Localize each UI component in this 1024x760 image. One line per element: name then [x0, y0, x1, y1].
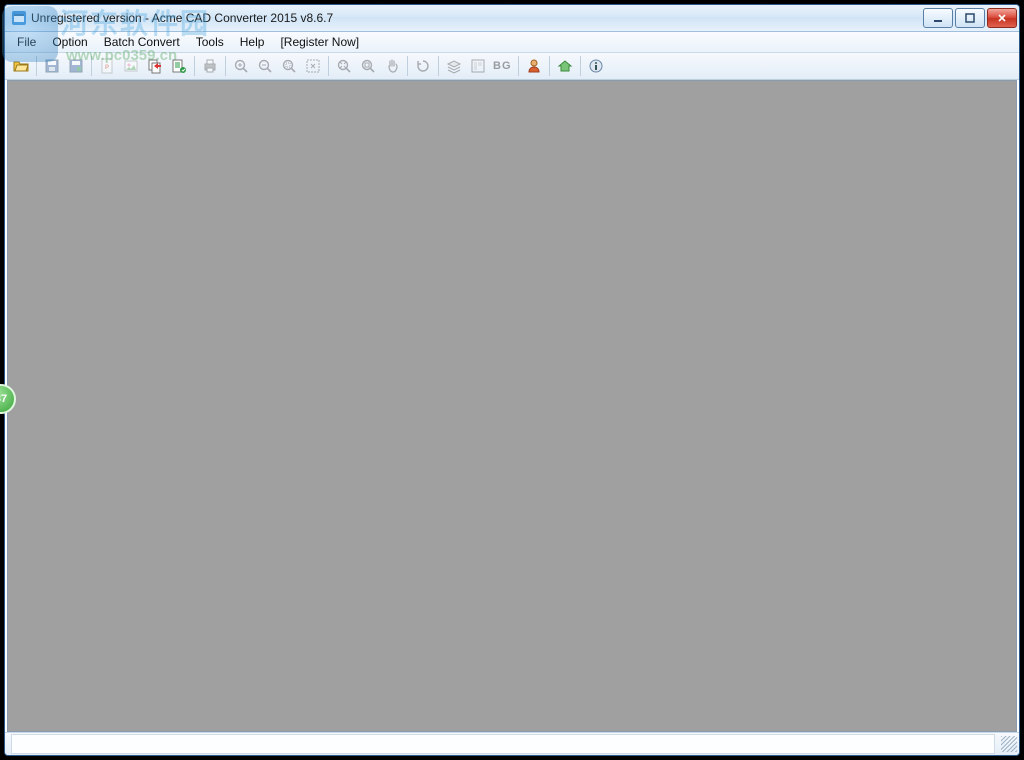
- toolbar-separator: [580, 56, 581, 76]
- batch-convert-button[interactable]: [143, 54, 167, 78]
- menu-help[interactable]: Help: [232, 34, 273, 50]
- app-icon: [11, 10, 27, 26]
- toolbar-separator: [518, 56, 519, 76]
- status-cell: [11, 734, 995, 754]
- toolbar-separator: [194, 56, 195, 76]
- zoom-selection-button[interactable]: [301, 54, 325, 78]
- toolbar-separator: [36, 56, 37, 76]
- toolbar: P: [5, 53, 1019, 80]
- zoom-all-button[interactable]: [356, 54, 380, 78]
- home-button[interactable]: [553, 54, 577, 78]
- window-controls: [923, 8, 1017, 28]
- layers-button[interactable]: [442, 54, 466, 78]
- about-button[interactable]: [584, 54, 608, 78]
- zoom-extents-button[interactable]: [332, 54, 356, 78]
- menu-option[interactable]: Option: [44, 34, 95, 50]
- menu-bar: File Option Batch Convert Tools Help [Re…: [5, 32, 1019, 53]
- toolbar-separator: [225, 56, 226, 76]
- menu-file[interactable]: File: [9, 34, 44, 50]
- convert-image-button[interactable]: [119, 54, 143, 78]
- menu-register-now[interactable]: [Register Now]: [272, 34, 367, 50]
- title-bar[interactable]: Unregistered version - Acme CAD Converte…: [5, 5, 1019, 32]
- zoom-out-button[interactable]: [253, 54, 277, 78]
- save-as-button[interactable]: [64, 54, 88, 78]
- batch-export-button[interactable]: [167, 54, 191, 78]
- toolbar-separator: [91, 56, 92, 76]
- zoom-in-button[interactable]: [229, 54, 253, 78]
- toolbar-separator: [407, 56, 408, 76]
- convert-pdf-button[interactable]: P: [95, 54, 119, 78]
- user-button[interactable]: [522, 54, 546, 78]
- workspace-canvas[interactable]: [7, 80, 1017, 732]
- pan-button[interactable]: [380, 54, 404, 78]
- maximize-button[interactable]: [955, 8, 985, 28]
- minimize-button[interactable]: [923, 8, 953, 28]
- app-window: Unregistered version - Acme CAD Converte…: [4, 4, 1020, 756]
- status-bar: [5, 732, 1019, 755]
- zoom-window-button[interactable]: [277, 54, 301, 78]
- background-toggle-button[interactable]: BG: [490, 54, 515, 78]
- toolbar-separator: [549, 56, 550, 76]
- layout-button[interactable]: [466, 54, 490, 78]
- toolbar-separator: [438, 56, 439, 76]
- regen-button[interactable]: [411, 54, 435, 78]
- resize-grip-icon[interactable]: [1001, 736, 1017, 752]
- menu-batch-convert[interactable]: Batch Convert: [96, 34, 188, 50]
- menu-tools[interactable]: Tools: [188, 34, 232, 50]
- print-button[interactable]: [198, 54, 222, 78]
- save-button[interactable]: [40, 54, 64, 78]
- toolbar-separator: [328, 56, 329, 76]
- close-button[interactable]: [987, 8, 1017, 28]
- window-title: Unregistered version - Acme CAD Converte…: [31, 11, 923, 25]
- svg-text:P: P: [105, 65, 109, 71]
- open-button[interactable]: [9, 54, 33, 78]
